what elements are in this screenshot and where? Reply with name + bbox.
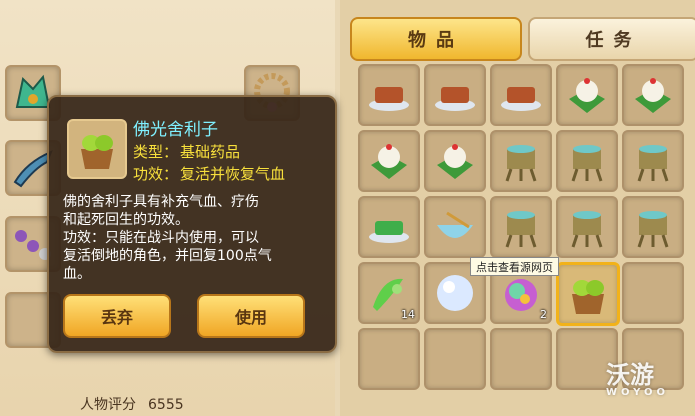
bronze-vessel-icon — [571, 145, 603, 182]
item-type: 类型： 基础药品 — [133, 141, 240, 162]
discard-button[interactable]: 丢弃 — [63, 294, 171, 338]
item-effect-label: 功效： — [133, 165, 179, 183]
item-effect: 功效： 复活并恢复气血 — [133, 163, 285, 184]
item-type-value: 基础药品 — [180, 143, 241, 161]
item-count: 2 — [540, 308, 547, 321]
inventory-slot[interactable] — [424, 64, 486, 126]
relic-basket-icon — [572, 280, 604, 314]
bronze-vessel-icon — [637, 145, 669, 182]
relic-basket-icon — [81, 135, 113, 169]
inventory-slot[interactable] — [424, 130, 486, 192]
inventory-slot[interactable] — [622, 130, 684, 192]
noodle-bowl-icon — [437, 211, 473, 238]
inventory-slot[interactable] — [424, 196, 486, 258]
watermark-sub: WOYOO — [606, 387, 670, 398]
bronze-vessel-icon — [505, 145, 537, 182]
braised-meat-icon — [501, 87, 541, 111]
inventory-slot[interactable] — [556, 196, 618, 258]
inventory-slot[interactable] — [556, 130, 618, 192]
hover-tooltip: 点击查看源网页 — [470, 257, 559, 276]
inventory-slot[interactable] — [490, 196, 552, 258]
item-description: 佛的舍利子具有补充气血、疗伤 和起死回生的功效。 功效：只能在战斗内使用，可以 … — [63, 193, 325, 283]
use-button[interactable]: 使用 — [197, 294, 305, 338]
item-count: 14 — [401, 308, 415, 321]
rating-value: 6555 — [148, 397, 184, 413]
inventory-slot[interactable] — [358, 130, 420, 192]
inventory-slot[interactable] — [622, 196, 684, 258]
item-effect-value: 复活并恢复气血 — [180, 165, 286, 183]
tab-tasks[interactable]: 任务 — [528, 17, 695, 61]
desc-line: 功效：只能在战斗内使用，可以 — [63, 230, 259, 246]
inventory-slot[interactable] — [358, 64, 420, 126]
rice-cake-icon — [437, 144, 473, 179]
rice-cake-icon — [569, 78, 605, 113]
braised-meat-icon — [369, 87, 409, 111]
desc-line: 佛的舍利子具有补充气血、疗伤 — [63, 194, 259, 210]
bronze-vessel-icon — [571, 211, 603, 248]
inventory-slot[interactable] — [424, 328, 486, 390]
popup-item-icon-frame — [67, 119, 127, 179]
inventory-slot[interactable] — [358, 196, 420, 258]
inventory-slot[interactable] — [358, 328, 420, 390]
tab-items[interactable]: 物品 — [350, 17, 522, 61]
green-cake-icon — [369, 221, 409, 243]
site-watermark: 沃游 WOYOO — [556, 355, 669, 398]
bronze-vessel-icon — [505, 211, 537, 248]
inventory-slot[interactable]: 14 — [358, 262, 420, 324]
inventory-slot[interactable] — [622, 262, 684, 324]
bronze-vessel-icon — [637, 211, 669, 248]
inventory-slot[interactable] — [490, 130, 552, 192]
rice-cake-icon — [635, 78, 671, 113]
character-rating: 人物评分 6555 — [80, 394, 184, 414]
item-detail-popup: 佛光舍利子 类型： 基础药品 功效： 复活并恢复气血 佛的舍利子具有补充气血、疗伤 … — [47, 95, 337, 353]
desc-line: 和起死回生的功效。 — [63, 212, 189, 228]
desc-line: 血。 — [63, 266, 91, 282]
inventory-slot-selected[interactable] — [556, 262, 620, 326]
watermark-brand: 沃游 — [606, 361, 654, 389]
item-type-label: 类型： — [133, 143, 179, 161]
inventory-slot[interactable] — [490, 328, 552, 390]
item-name: 佛光舍利子 — [133, 120, 218, 140]
braised-meat-icon — [435, 87, 475, 111]
inventory-slot[interactable] — [622, 64, 684, 126]
desc-line: 复活倒地的角色，并回复100点气 — [63, 248, 272, 264]
inventory-slot[interactable] — [490, 64, 552, 126]
rating-label: 人物评分 — [80, 397, 136, 413]
inventory-slot[interactable] — [556, 64, 618, 126]
rice-cake-icon — [371, 144, 407, 179]
